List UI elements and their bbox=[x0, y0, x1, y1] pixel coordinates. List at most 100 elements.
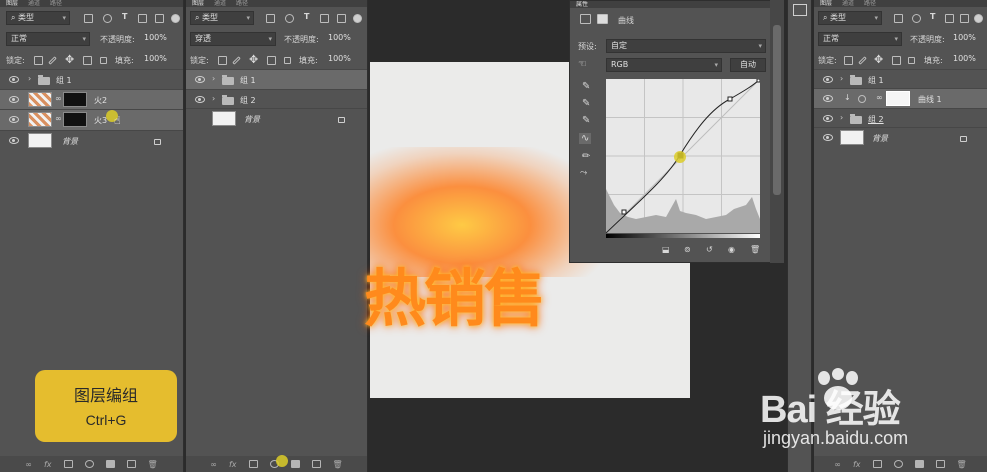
layer-row-group1[interactable]: › 组 1 bbox=[814, 69, 987, 90]
lock-paint-icon[interactable] bbox=[48, 56, 57, 65]
trash-icon[interactable]: 🗑 bbox=[333, 460, 343, 469]
new-group-icon[interactable] bbox=[914, 460, 924, 468]
filter-toggle-icon[interactable] bbox=[171, 14, 180, 23]
visibility-eye-icon[interactable] bbox=[9, 116, 19, 123]
new-layer-icon[interactable] bbox=[311, 460, 321, 468]
opacity-input[interactable]: 100% bbox=[326, 32, 356, 45]
filter-toggle-icon[interactable] bbox=[974, 14, 983, 23]
clip-to-layer-icon[interactable]: ⬓ bbox=[662, 245, 670, 254]
fill-input[interactable]: 100% bbox=[951, 53, 984, 66]
opacity-input[interactable]: 100% bbox=[142, 32, 172, 45]
new-group-icon[interactable] bbox=[105, 460, 115, 468]
eyedropper-white-icon[interactable]: ✎ bbox=[582, 115, 590, 126]
curve-point[interactable] bbox=[756, 79, 760, 83]
filter-shape-icon[interactable] bbox=[945, 14, 954, 23]
tab-channels[interactable]: 通道 bbox=[214, 0, 226, 7]
tab-paths[interactable]: 路径 bbox=[864, 0, 876, 7]
fill-input[interactable]: 100% bbox=[326, 53, 356, 66]
filter-toggle-icon[interactable] bbox=[353, 14, 362, 23]
tab-paths[interactable]: 路径 bbox=[50, 0, 62, 7]
tab-channels[interactable]: 通道 bbox=[842, 0, 854, 7]
blend-mode-dropdown[interactable]: 正常 ▾ bbox=[818, 32, 902, 46]
filter-smart-object-icon[interactable] bbox=[155, 14, 164, 23]
preset-dropdown[interactable]: 自定 ▾ bbox=[606, 39, 766, 53]
chevron-right-icon[interactable]: › bbox=[840, 74, 843, 83]
vertical-scrollbar[interactable] bbox=[770, 0, 784, 263]
eyedropper-black-icon[interactable]: ✎ bbox=[582, 81, 590, 92]
opacity-input[interactable]: 100% bbox=[951, 32, 984, 45]
trash-icon[interactable]: 🗑 bbox=[957, 460, 967, 469]
layer-row-fire2[interactable]: ∞ 火2 bbox=[0, 89, 183, 110]
lock-transparent-icon[interactable] bbox=[218, 56, 227, 65]
filter-adjustment-icon[interactable] bbox=[285, 14, 294, 23]
fx-icon[interactable]: fx bbox=[44, 460, 52, 469]
blend-mode-dropdown[interactable]: 正常 ▾ bbox=[6, 32, 90, 46]
lock-paint-icon[interactable] bbox=[232, 56, 241, 65]
properties-panel-icon[interactable] bbox=[793, 4, 807, 16]
visibility-eye-icon[interactable] bbox=[195, 96, 205, 103]
lock-artboard-icon[interactable] bbox=[892, 56, 901, 65]
filter-type-icon[interactable]: T bbox=[122, 12, 127, 21]
visibility-eye-icon[interactable] bbox=[823, 134, 833, 141]
lock-move-icon[interactable]: ✥ bbox=[65, 53, 74, 66]
visibility-eye-icon[interactable] bbox=[823, 115, 833, 122]
lock-artboard-icon[interactable] bbox=[267, 56, 276, 65]
filter-adjustment-icon[interactable] bbox=[103, 14, 112, 23]
visibility-eye-icon[interactable] bbox=[9, 137, 19, 144]
link-layers-icon[interactable]: ∞ bbox=[25, 460, 32, 469]
layer-row-group2[interactable]: › 组 2 bbox=[814, 108, 987, 129]
filter-shape-icon[interactable] bbox=[138, 14, 147, 23]
filter-pixel-icon[interactable] bbox=[894, 14, 903, 23]
visibility-eye-icon[interactable] bbox=[823, 76, 833, 83]
filter-shape-icon[interactable] bbox=[320, 14, 329, 23]
fill-input[interactable]: 100% bbox=[142, 53, 172, 66]
lock-move-icon[interactable]: ✥ bbox=[874, 53, 883, 66]
curve-point-tool-icon[interactable]: ∿ bbox=[579, 133, 592, 144]
trash-icon[interactable]: 🗑 bbox=[148, 460, 158, 469]
new-layer-icon[interactable] bbox=[935, 460, 945, 468]
new-group-icon[interactable] bbox=[290, 460, 300, 468]
lock-move-icon[interactable]: ✥ bbox=[249, 53, 258, 66]
fx-icon[interactable]: fx bbox=[229, 460, 237, 469]
lock-all-icon[interactable] bbox=[284, 57, 291, 64]
adjustment-layer-icon[interactable] bbox=[84, 460, 94, 468]
tab-properties[interactable]: 属性 bbox=[576, 1, 588, 8]
tab-channels[interactable]: 通道 bbox=[28, 0, 40, 7]
auto-button[interactable]: 自动 bbox=[730, 58, 766, 72]
layer-row-background[interactable]: 背景 bbox=[814, 127, 987, 148]
trash-icon[interactable]: 🗑 bbox=[750, 245, 760, 254]
channel-dropdown[interactable]: RGB ▾ bbox=[606, 58, 722, 72]
curve-point[interactable] bbox=[621, 209, 627, 215]
blend-mode-dropdown[interactable]: 穿透 ▾ bbox=[190, 32, 276, 46]
visibility-eye-icon[interactable]: ◉ bbox=[728, 245, 735, 254]
lock-artboard-icon[interactable] bbox=[83, 56, 92, 65]
curve-point[interactable] bbox=[727, 96, 733, 102]
lock-paint-icon[interactable] bbox=[858, 56, 867, 65]
filter-smart-object-icon[interactable] bbox=[960, 14, 969, 23]
scrollbar-thumb[interactable] bbox=[773, 25, 781, 195]
filter-smart-object-icon[interactable] bbox=[337, 14, 346, 23]
curves-graph[interactable] bbox=[606, 79, 760, 233]
visibility-eye-icon[interactable] bbox=[823, 95, 833, 102]
new-layer-icon[interactable] bbox=[126, 460, 136, 468]
layer-row-fire3[interactable]: ∞ 火3 bbox=[0, 109, 183, 130]
layer-row-background[interactable]: 背景 bbox=[186, 108, 367, 129]
chevron-right-icon[interactable]: › bbox=[28, 74, 31, 83]
filter-type-icon[interactable]: T bbox=[930, 12, 935, 21]
add-mask-icon[interactable] bbox=[63, 460, 73, 468]
lock-transparent-icon[interactable] bbox=[844, 56, 853, 65]
layer-filter-dropdown[interactable]: ⌕ 类型 ▾ bbox=[190, 11, 254, 25]
chain-link-icon[interactable]: ∞ bbox=[55, 94, 62, 103]
link-layers-icon[interactable]: ∞ bbox=[210, 460, 217, 469]
reset-icon[interactable]: ↺ bbox=[706, 245, 713, 254]
tab-layers[interactable]: 图层 bbox=[6, 0, 18, 7]
lock-all-icon[interactable] bbox=[100, 57, 107, 64]
visibility-eye-icon[interactable] bbox=[195, 76, 205, 83]
filter-pixel-icon[interactable] bbox=[266, 14, 275, 23]
chevron-right-icon[interactable]: › bbox=[840, 113, 843, 122]
eyedropper-gray-icon[interactable]: ✎ bbox=[582, 98, 590, 109]
pencil-icon[interactable]: ✏ bbox=[582, 151, 590, 162]
mask-icon[interactable] bbox=[597, 14, 608, 24]
add-mask-icon[interactable] bbox=[248, 460, 258, 468]
fx-icon[interactable]: fx bbox=[853, 460, 861, 469]
